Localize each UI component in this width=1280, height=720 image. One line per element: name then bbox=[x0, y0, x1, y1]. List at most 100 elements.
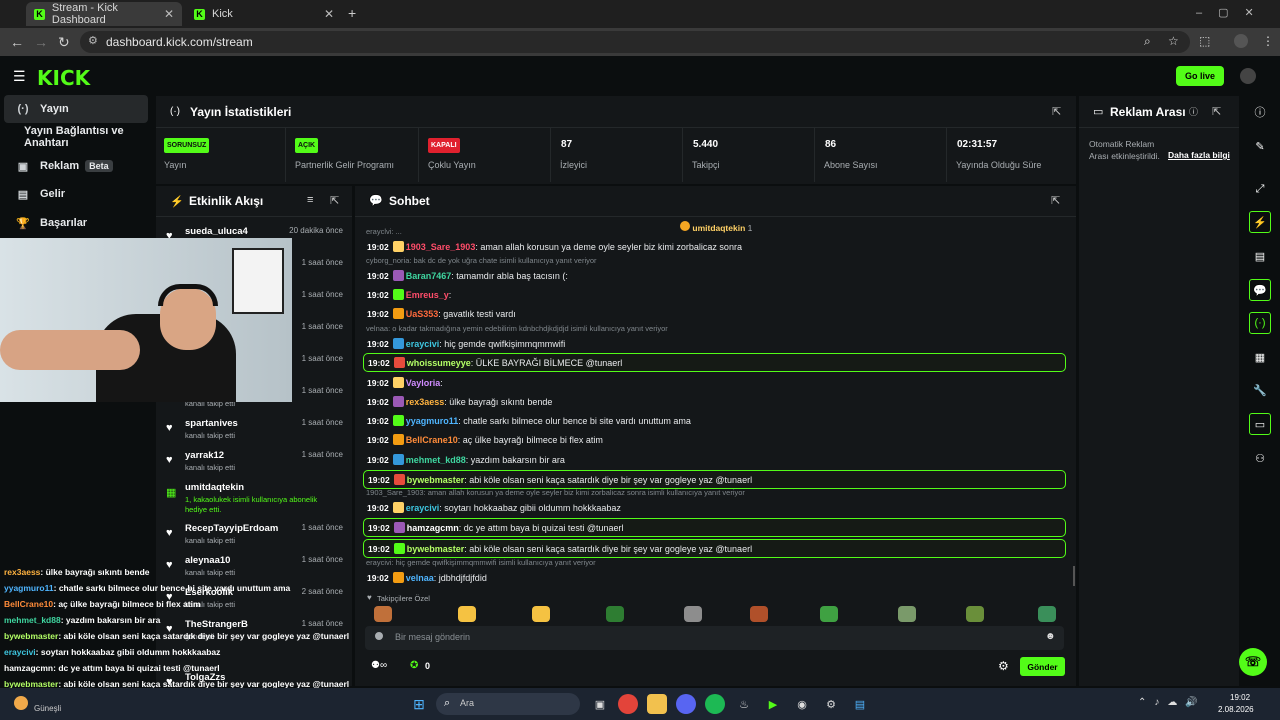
message-username[interactable]: Vayloria bbox=[406, 378, 441, 388]
url-input[interactable]: ⚙ dashboard.kick.com/stream ⌕ ☆ bbox=[80, 31, 1190, 53]
tab-kick[interactable]: K Kick ✕ bbox=[186, 2, 342, 26]
filter-icon[interactable]: ≡ bbox=[307, 194, 313, 206]
emote-icon[interactable] bbox=[532, 606, 550, 622]
kick-logo[interactable]: KICK bbox=[37, 66, 90, 90]
pencil-icon[interactable]: ✎ bbox=[1249, 135, 1271, 157]
forward-icon[interactable]: → bbox=[34, 34, 48, 50]
chrome-icon[interactable] bbox=[618, 694, 638, 714]
emote-icon[interactable] bbox=[820, 606, 838, 622]
message-username[interactable]: BellCrane10 bbox=[406, 435, 458, 445]
hamburger-menu-icon[interactable]: ☰ bbox=[13, 68, 26, 85]
close-tab-icon[interactable]: ✕ bbox=[324, 7, 334, 21]
info-icon[interactable]: ⓘ bbox=[1189, 105, 1198, 118]
settings-icon[interactable]: ⚙ bbox=[821, 694, 841, 714]
ads-toggle-icon[interactable]: ▭ bbox=[1249, 413, 1271, 435]
info-icon[interactable]: ⓘ bbox=[1249, 101, 1271, 123]
chat-message[interactable]: 19:02 yyagmuro11: chatle sarkı bilmece ol… bbox=[363, 411, 1066, 430]
close-tab-icon[interactable]: ✕ bbox=[164, 7, 174, 21]
chat-message[interactable]: 19:02 1903_Sare_1903: aman allah korusun … bbox=[363, 237, 1066, 256]
message-username[interactable]: Emreus_y bbox=[406, 290, 449, 300]
notepad-icon[interactable]: ▤ bbox=[850, 694, 870, 714]
reaction-icon[interactable]: ⚉∞ bbox=[371, 660, 387, 671]
activity-toggle-icon[interactable]: ⚡ bbox=[1249, 211, 1271, 233]
profile-avatar[interactable] bbox=[1234, 34, 1248, 48]
chat-settings-icon[interactable]: ⚙ bbox=[998, 659, 1009, 673]
chat-message[interactable]: 19:02 Emreus_y: bbox=[363, 285, 1066, 304]
reload-icon[interactable]: ↻ bbox=[58, 34, 70, 51]
sidebar-item-yayin[interactable]: (·) Yayın bbox=[4, 95, 148, 123]
activity-item[interactable]: ♥ RecepTayyipErdoam 1 saat önce kanalı taki… bbox=[160, 523, 346, 553]
emote-icon[interactable] bbox=[1038, 606, 1056, 622]
start-icon[interactable]: ⊞ bbox=[409, 694, 429, 714]
sidebar-item-gelir[interactable]: ▤ Gelir bbox=[4, 180, 148, 208]
pinned-gift[interactable]: umitdaqtekin 1 bbox=[680, 221, 752, 233]
chat-message[interactable]: 19:02 whoissumeyye: ÜLKE BAYRAĞI BİLMECE … bbox=[363, 353, 1066, 372]
chat-message[interactable]: 19:02 Baran7467: tamamdır abla baş tacısı… bbox=[363, 266, 1066, 285]
chat-message[interactable]: 19:02 mehmet_kd88: yazdım bakarsın bir ar… bbox=[363, 450, 1066, 469]
popout-icon[interactable]: ⇱ bbox=[1212, 105, 1221, 118]
message-username[interactable]: eraycivi bbox=[406, 503, 440, 513]
message-username[interactable]: bywebmaster bbox=[407, 544, 465, 554]
chat-message[interactable]: 19:02 eraycivi: soytarı hokkaabaz gibii o… bbox=[363, 498, 1066, 517]
new-tab-icon[interactable]: + bbox=[348, 5, 356, 21]
learn-more-link[interactable]: Daha fazla bilgi bbox=[1168, 150, 1230, 160]
expand-icon[interactable]: ⤢ bbox=[1249, 178, 1271, 200]
message-username[interactable]: eraycivi bbox=[406, 339, 440, 349]
activity-item[interactable]: ♥ spartanives 1 saat önce kanalı takip etti bbox=[160, 418, 346, 448]
message-username[interactable]: 1903_Sare_1903 bbox=[406, 242, 476, 252]
send-button[interactable]: Gönder bbox=[1020, 657, 1065, 676]
chat-message[interactable]: 19:02 Vayloria: bbox=[363, 373, 1066, 392]
chat-message[interactable]: 19:02 eraycivi: hiç gemde qwifkişimmqmmwi… bbox=[363, 334, 1066, 353]
emote-icon[interactable] bbox=[966, 606, 984, 622]
sidebar-item-reklam[interactable]: ▣ Reklam Beta bbox=[4, 152, 148, 180]
file-explorer-icon[interactable] bbox=[647, 694, 667, 714]
emote-icon[interactable] bbox=[374, 606, 392, 622]
chat-message[interactable]: 19:02 velnaa: jdbhdjfdjfdid bbox=[363, 568, 1066, 587]
chat-message[interactable]: 19:02 hamzagcmn: dc ye attım baya bi quiz… bbox=[363, 518, 1066, 537]
emote-icon[interactable] bbox=[458, 606, 476, 622]
sidebar-item-stream-key[interactable]: Yayın Bağlantısı ve Anahtarı bbox=[4, 123, 148, 151]
message-username[interactable]: Baran7467 bbox=[406, 271, 452, 281]
chat-scrollbar[interactable] bbox=[1073, 566, 1075, 586]
wrench-icon[interactable]: 🔧 bbox=[1249, 379, 1271, 401]
activity-item[interactable]: ▦ umitdaqtekin 1, kakaolukek isimli kullan… bbox=[160, 482, 346, 514]
message-username[interactable]: hamzagcmn bbox=[407, 523, 459, 533]
popout-icon[interactable]: ⇱ bbox=[1051, 194, 1060, 207]
chat-input[interactable]: Bir mesaj gönderin ☻ bbox=[365, 626, 1064, 650]
print-icon[interactable]: ▦ bbox=[1249, 346, 1271, 368]
message-username[interactable]: whoissumeyye bbox=[407, 358, 471, 368]
stream-toggle-icon[interactable]: (·) bbox=[1249, 312, 1271, 334]
help-button[interactable]: ☏ bbox=[1239, 648, 1267, 676]
activity-item[interactable]: ♥ aleynaa10 1 saat önce kanalı takip etti bbox=[160, 555, 346, 585]
chat-message[interactable]: 19:02 bywebmaster: abi köle olsan seni ka… bbox=[363, 470, 1066, 489]
message-username[interactable]: bywebmaster bbox=[407, 475, 465, 485]
emote-icon[interactable] bbox=[898, 606, 916, 622]
emote-icon[interactable] bbox=[684, 606, 702, 622]
spotify-icon[interactable] bbox=[705, 694, 725, 714]
window-controls[interactable]: –▢✕ bbox=[1196, 6, 1270, 19]
chat-message[interactable]: 19:02 bywebmaster: abi köle olsan seni ka… bbox=[363, 539, 1066, 558]
emote-icon[interactable] bbox=[606, 606, 624, 622]
extensions-icon[interactable]: ⬚ bbox=[1199, 34, 1210, 48]
message-username[interactable]: yyagmuro11 bbox=[406, 416, 459, 426]
site-info-icon[interactable]: ⚙ bbox=[88, 34, 98, 47]
go-live-button[interactable]: Go live bbox=[1176, 66, 1224, 86]
chat-toggle-icon[interactable]: 💬 bbox=[1249, 279, 1271, 301]
steam-icon[interactable]: ♨ bbox=[734, 694, 754, 714]
back-icon[interactable]: ← bbox=[10, 34, 24, 50]
sidebar-item-basarilar[interactable]: 🏆 Başarılar bbox=[4, 209, 148, 237]
obs-icon[interactable]: ◉ bbox=[792, 694, 812, 714]
chat-message[interactable]: 19:02 BellCrane10: aç ülke bayrağı bilmec… bbox=[363, 430, 1066, 449]
message-username[interactable]: UaS353 bbox=[406, 309, 439, 319]
notes-icon[interactable]: ▤ bbox=[1249, 245, 1271, 267]
chat-message[interactable]: 19:02 rex3aess: ülke bayrağı sıkıntı bend… bbox=[363, 392, 1066, 411]
message-username[interactable]: velnaa bbox=[406, 573, 434, 583]
task-view-icon[interactable]: ▣ bbox=[590, 694, 610, 714]
discord-icon[interactable] bbox=[676, 694, 696, 714]
emoji-icon[interactable]: ☻ bbox=[1045, 631, 1056, 642]
chat-message[interactable]: 19:02 UaS353: gavatlık testi vardı bbox=[363, 304, 1066, 323]
popout-icon[interactable]: ⇱ bbox=[330, 194, 339, 207]
message-username[interactable]: rex3aess bbox=[406, 397, 445, 407]
tray-icons[interactable]: ⌃♪☁🔊 bbox=[1138, 697, 1206, 708]
zoom-icon[interactable]: ⌕ bbox=[1144, 34, 1151, 49]
